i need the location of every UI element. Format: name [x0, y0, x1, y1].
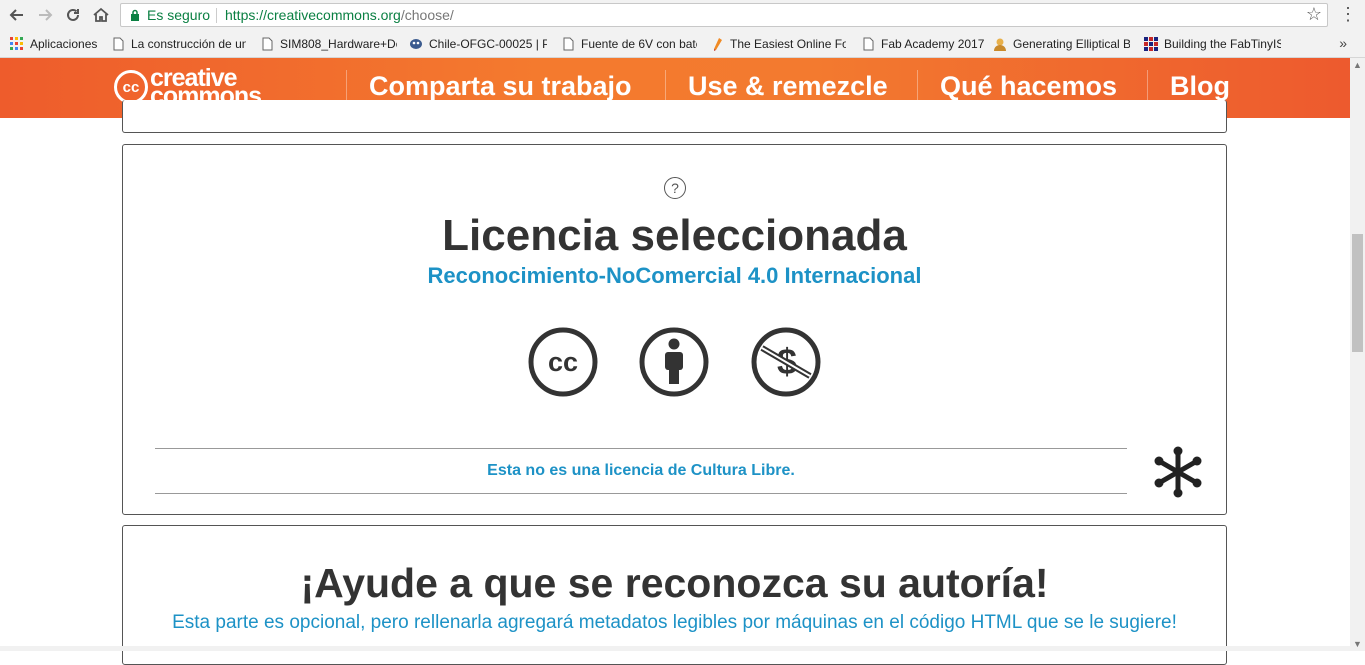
scroll-down-icon[interactable]: ▼ [1353, 639, 1362, 649]
lock-icon [131, 9, 139, 21]
license-name-link[interactable]: Reconocimiento-NoComercial 4.0 Internaci… [123, 263, 1226, 289]
page-icon [563, 37, 574, 51]
cc-logo-mark: cc [114, 70, 148, 104]
page-icon [863, 37, 874, 51]
reload-button[interactable] [61, 4, 85, 26]
bookmark-item[interactable]: La construcción de un [111, 35, 246, 53]
nav-blog[interactable]: Blog [1170, 71, 1230, 102]
attribution-heading: ¡Ayude a que se reconozca su autoría! [300, 560, 1049, 606]
attribution-panel: ¡Ayude a que se reconozca su autoría! Es… [122, 525, 1227, 665]
browser-menu-icon[interactable]: ⋮ [1339, 4, 1357, 24]
license-heading: Licencia seleccionada [442, 211, 907, 260]
security-label: Es seguro [147, 7, 211, 23]
address-bar[interactable]: Es seguro https://creativecommons.org/ch… [120, 3, 1328, 27]
url-text[interactable]: https://creativecommons.org/choose/ [225, 7, 454, 23]
cc-icon: cc [528, 327, 598, 397]
bookmark-item[interactable]: Fuente de 6V con bate [561, 35, 697, 53]
forward-arrow-icon [39, 9, 53, 21]
browser-toolbar: Es seguro https://creativecommons.org/ch… [0, 0, 1365, 31]
horizontal-scrollbar[interactable] [0, 646, 1350, 651]
attribution-subtitle: Esta parte es opcional, pero rellenarla … [172, 612, 1177, 633]
bookmark-apps[interactable]: Aplicaciones [10, 35, 100, 53]
free-culture-note-link[interactable]: Esta no es una licencia de Cultura Libre… [155, 462, 1127, 480]
home-button[interactable] [89, 4, 113, 26]
selected-license-panel: ? Licencia seleccionada Reconocimiento-N… [122, 144, 1227, 515]
reload-icon [67, 8, 79, 21]
bookmarks-bar: Aplicaciones La construcción de un SIM80… [0, 31, 1365, 58]
bookmark-item[interactable]: Fab Academy 2017 [861, 35, 985, 53]
bookmark-item[interactable]: The Easiest Online For [710, 35, 846, 53]
nav-what-we-do[interactable]: Qué hacemos [940, 71, 1117, 102]
divider-line [155, 448, 1127, 449]
grid-icon [1144, 37, 1158, 51]
bookmark-item[interactable]: SIM808_Hardware+De [260, 35, 397, 53]
back-button[interactable] [5, 4, 29, 26]
attribution-icon [639, 327, 709, 397]
pen-icon [714, 38, 722, 51]
scroll-up-icon[interactable]: ▲ [1353, 60, 1362, 70]
bookmark-item[interactable]: Building the FabTinyIS [1144, 35, 1281, 53]
previous-panel [122, 100, 1227, 133]
nav-use-remix[interactable]: Use & remezcle [688, 71, 888, 102]
help-icon[interactable]: ? [664, 177, 686, 199]
back-arrow-icon [9, 9, 23, 21]
svg-text:cc: cc [548, 347, 578, 377]
avatar-icon [994, 38, 1006, 51]
bookmark-item[interactable]: Generating Elliptical B [993, 35, 1130, 53]
bug-icon [410, 39, 422, 49]
bookmark-star-icon[interactable]: ☆ [1306, 4, 1322, 25]
asterisk-icon [1154, 446, 1202, 498]
forward-button[interactable] [33, 4, 57, 26]
scrollbar-thumb[interactable] [1352, 234, 1363, 352]
divider-line [155, 493, 1127, 494]
omnibox-divider [216, 8, 217, 23]
page-icon [262, 37, 273, 51]
bookmark-item[interactable]: Chile-OFGC-00025 | P [409, 35, 547, 53]
apps-grid-icon [10, 37, 23, 50]
page-icon [113, 37, 124, 51]
noncommercial-icon: $ [751, 327, 821, 397]
home-icon [93, 7, 109, 22]
vertical-scrollbar[interactable]: ▲ ▼ [1350, 58, 1365, 651]
bookmarks-overflow-icon[interactable]: » [1339, 35, 1347, 51]
nav-share-work[interactable]: Comparta su trabajo [369, 71, 632, 102]
